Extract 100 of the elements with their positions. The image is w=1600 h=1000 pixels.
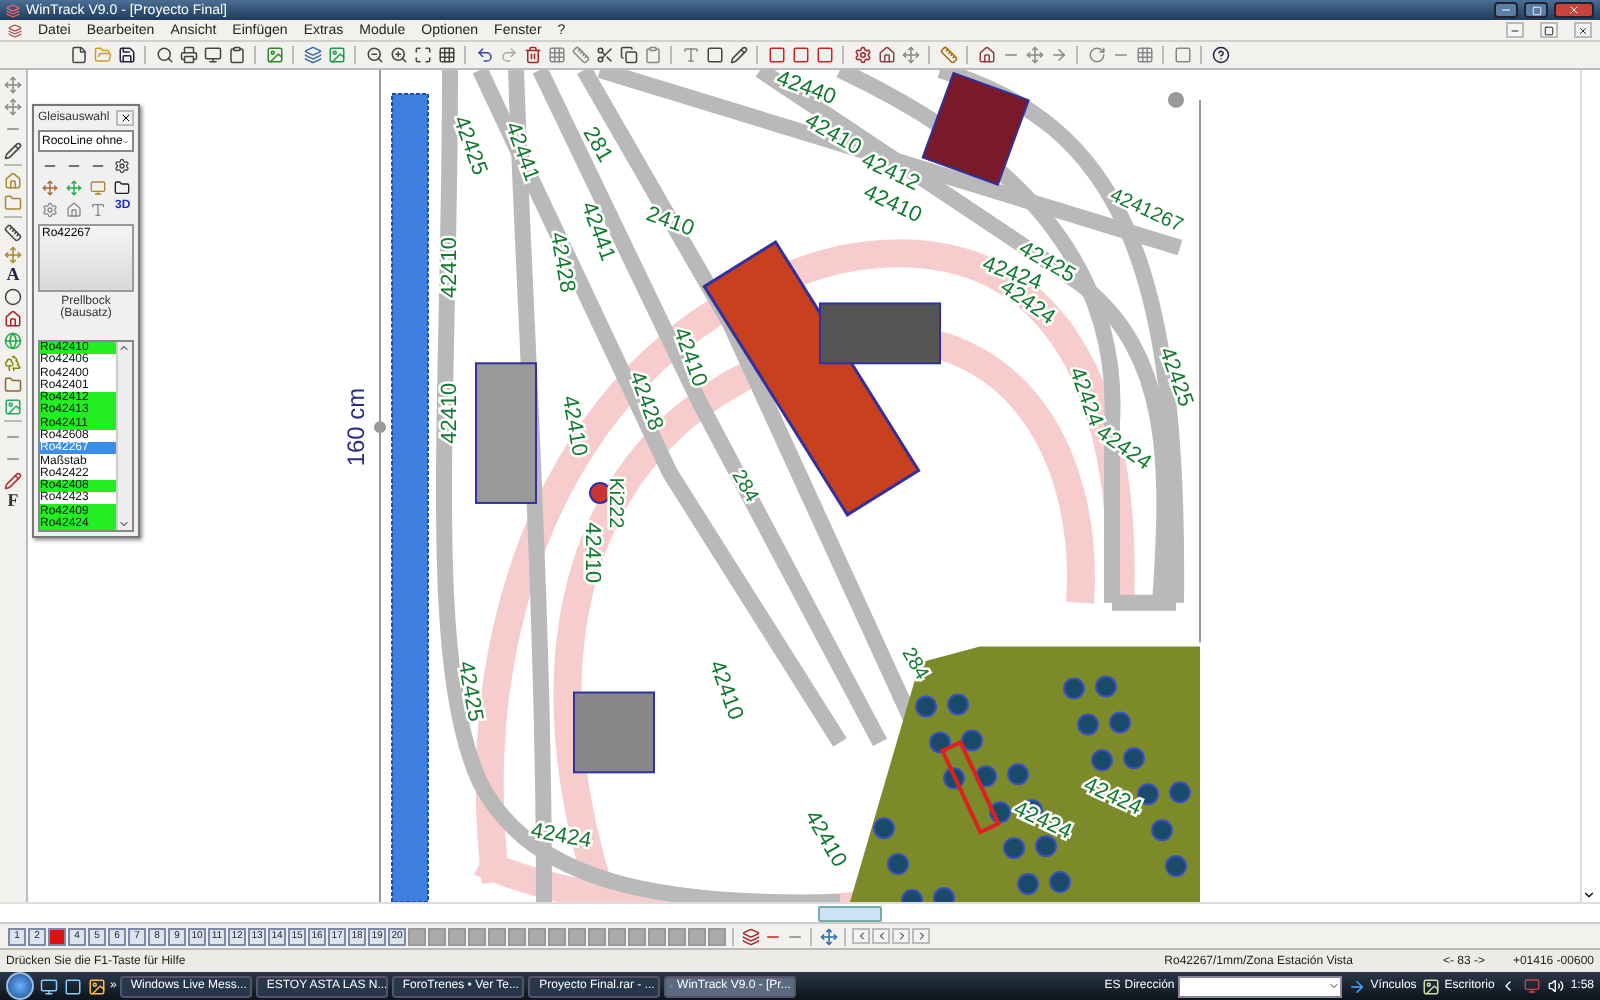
measure-icon[interactable]: [938, 45, 958, 65]
track-number: 42424: [528, 819, 594, 854]
track-number: 281: [577, 123, 617, 167]
start-button[interactable]: [6, 972, 34, 1000]
page-first-button[interactable]: [852, 928, 870, 944]
crossing-icon[interactable]: [3, 96, 23, 116]
track-number: 42410: [438, 382, 462, 444]
rotate-icon[interactable]: [1086, 45, 1106, 65]
close-button[interactable]: [1574, 22, 1592, 38]
junction-icon[interactable]: [3, 74, 23, 94]
track-number: Ki222: [604, 477, 626, 529]
track-number: 42410: [438, 237, 462, 298]
zoom-fit-icon[interactable]: [412, 45, 432, 65]
wagon-icon[interactable]: [814, 45, 834, 65]
house-icon[interactable]: [3, 308, 23, 328]
signal-icon[interactable]: [39, 178, 60, 198]
track-number: 42410: [556, 394, 592, 459]
printer-icon[interactable]: [178, 45, 198, 65]
ruler-icon[interactable]: [3, 222, 23, 242]
tool-letter[interactable]: F: [7, 492, 19, 510]
track-number: 284: [726, 466, 763, 507]
turntable-icon[interactable]: [112, 156, 133, 176]
page-next-button[interactable]: [892, 928, 910, 944]
move-icon[interactable]: [900, 45, 920, 65]
layers-icon[interactable]: [302, 45, 322, 65]
gear-icon[interactable]: [852, 45, 872, 65]
file-icon[interactable]: [68, 45, 88, 65]
track-icon[interactable]: [766, 45, 786, 65]
frame-icon[interactable]: [1172, 45, 1192, 65]
network-icon[interactable]: [1522, 976, 1543, 996]
grid-icon[interactable]: [436, 45, 456, 65]
scroll-bar[interactable]: [116, 342, 132, 530]
track-number: 284: [896, 644, 933, 684]
close-icon: [1568, 4, 1580, 16]
caret-icon: [122, 135, 130, 147]
globe-icon[interactable]: [3, 330, 23, 350]
help-icon[interactable]: [1210, 45, 1230, 65]
station-icon[interactable]: [3, 170, 23, 190]
track-number: 42410: [703, 657, 748, 724]
zoom-out-icon[interactable]: [364, 45, 384, 65]
arrow-icon[interactable]: [1048, 45, 1068, 65]
delete-icon[interactable]: [522, 45, 542, 65]
junction-icon[interactable]: [63, 178, 84, 198]
monitor-icon[interactable]: [202, 45, 222, 65]
go-icon[interactable]: [1346, 976, 1367, 996]
copy-icon[interactable]: [618, 45, 638, 65]
layer-icon[interactable]: [740, 926, 760, 946]
track-number: 42425: [1153, 344, 1198, 410]
media-icon[interactable]: [86, 976, 106, 996]
landscape-icon[interactable]: [3, 396, 23, 416]
bumper-icon[interactable]: [112, 178, 133, 198]
page-prev-button[interactable]: [872, 928, 890, 944]
folder-icon[interactable]: [3, 192, 23, 212]
building-icon[interactable]: [876, 45, 896, 65]
track-number: 42441: [575, 198, 620, 265]
clipboard-icon[interactable]: [226, 45, 246, 65]
minimize-button[interactable]: [1494, 2, 1518, 18]
box-icon[interactable]: [3, 374, 23, 394]
address-field[interactable]: [1178, 975, 1343, 997]
track-number: 42425: [452, 659, 488, 724]
layer-button[interactable]: [48, 927, 66, 945]
track-number: 42410: [667, 324, 712, 390]
track-number: 42428: [623, 368, 668, 434]
track-number: 42428: [544, 230, 580, 295]
track-number: 42424: [1063, 364, 1108, 430]
snap-icon[interactable]: [1134, 45, 1154, 65]
tree-icon[interactable]: [3, 352, 23, 372]
scroll-thumb[interactable]: [818, 905, 882, 921]
dimension-label: 160 cm: [341, 387, 370, 467]
track-number: 42441: [499, 119, 544, 185]
house-icon[interactable]: [976, 45, 996, 65]
slope-icon[interactable]: [3, 140, 23, 160]
tool-letter[interactable]: A: [6, 266, 20, 284]
track-number: 42440: [773, 70, 839, 110]
branch-icon[interactable]: [1024, 45, 1044, 65]
preview-icon[interactable]: [154, 45, 174, 65]
pin-icon[interactable]: [818, 926, 838, 946]
pin-icon[interactable]: [3, 286, 23, 306]
close-button[interactable]: [116, 110, 134, 126]
page-last-button[interactable]: [912, 928, 930, 944]
undo-icon[interactable]: [474, 45, 494, 65]
zoom-in-icon[interactable]: [388, 45, 408, 65]
scissors-icon[interactable]: [594, 45, 614, 65]
caret-icon[interactable]: [1328, 980, 1341, 992]
track-number: 42424: [1079, 773, 1146, 821]
maximize-icon: [1531, 5, 1541, 15]
picture-icon[interactable]: [326, 45, 346, 65]
volume-icon[interactable]: [1546, 976, 1567, 996]
document-icon: [8, 23, 22, 37]
track-number: 2410: [643, 202, 698, 242]
select-icon[interactable]: [704, 45, 724, 65]
save-icon[interactable]: [116, 45, 136, 65]
pencil-icon[interactable]: [3, 470, 23, 490]
track-number: 42425: [447, 113, 492, 179]
maximize-button[interactable]: [1524, 2, 1548, 18]
track-number: 42410: [580, 522, 604, 584]
app-icon: [6, 3, 20, 17]
table-icon[interactable]: [546, 45, 566, 65]
restore-button[interactable]: [1540, 22, 1558, 38]
desktop-icon[interactable]: [38, 976, 58, 996]
